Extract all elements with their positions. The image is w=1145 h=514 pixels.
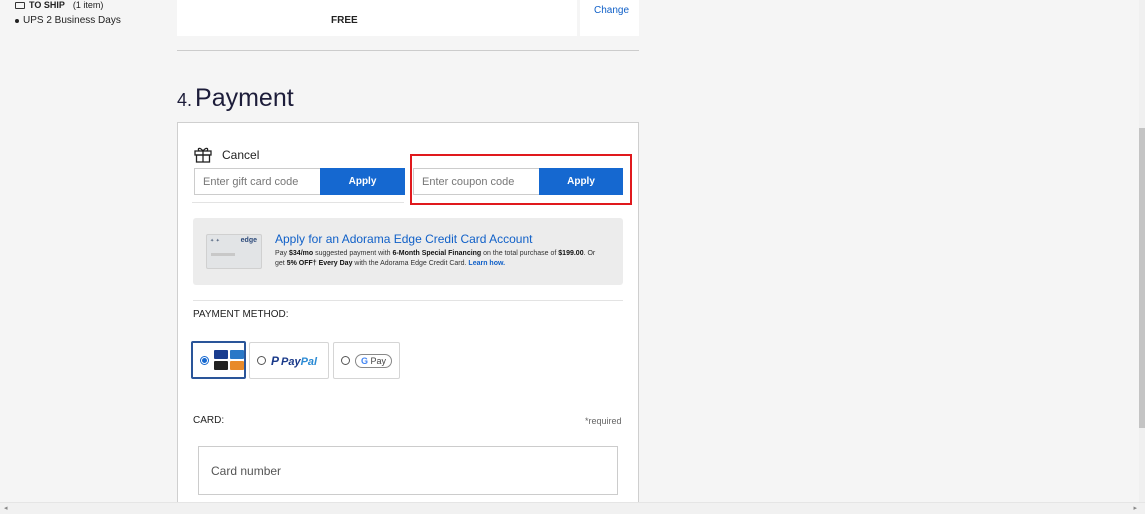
- google-pay-radio[interactable]: [341, 356, 350, 365]
- card-brand-mark: ✦ ✦: [210, 238, 220, 244]
- item-count: (1 item): [72, 0, 104, 10]
- payment-option-card[interactable]: [191, 341, 246, 379]
- google-pay-logo-icon: G Pay: [355, 353, 393, 368]
- gift-divider: [192, 202, 404, 203]
- section-divider: [193, 300, 623, 301]
- step-number: 4.: [177, 90, 193, 110]
- edge-desc-text: on the total purchase of: [481, 250, 559, 257]
- to-ship-label: TO SHIP: [29, 0, 65, 10]
- gift-card-input[interactable]: Enter gift card code: [194, 168, 321, 195]
- payment-method-label: PAYMENT METHOD:: [193, 309, 289, 320]
- edge-total: $199.00: [558, 250, 584, 257]
- edge-desc-text: with the Adorama Edge Credit Card.: [352, 260, 469, 267]
- coupon-highlight-box: [410, 154, 632, 205]
- credit-card-logos-icon: [214, 350, 244, 370]
- edge-financing: 6-Month Special Financing: [392, 250, 482, 257]
- edge-desc-text: suggested payment with: [313, 250, 393, 257]
- edge-monthly-amount: $34/mo: [289, 250, 314, 257]
- bullet-icon: [15, 18, 19, 23]
- shipping-method-label: UPS 2 Business Days: [23, 15, 121, 26]
- gift-icon: [194, 147, 212, 163]
- apply-gift-card-button[interactable]: Apply: [320, 168, 405, 195]
- edge-discount: 5% OFF: [286, 260, 313, 267]
- edge-card-text: edge: [240, 237, 257, 244]
- cancel-gift-card-link[interactable]: Cancel: [222, 148, 259, 162]
- horizontal-scrollbar[interactable]: ◂ ▸: [0, 502, 1145, 514]
- payment-heading: 4. Payment: [177, 84, 294, 113]
- shipping-method: UPS 2 Business Days: [15, 15, 121, 26]
- required-note: *required: [585, 416, 622, 426]
- change-shipping-link[interactable]: Change: [594, 5, 629, 16]
- paypal-radio[interactable]: [257, 356, 266, 365]
- paypal-logo-icon: P PayPal: [271, 353, 318, 368]
- edge-apply-link[interactable]: Apply for an Adorama Edge Credit Card Ac…: [275, 232, 532, 246]
- edge-every-day: Every Day: [316, 260, 353, 267]
- payment-option-google-pay[interactable]: G Pay: [333, 342, 400, 379]
- truck-icon: [15, 1, 25, 9]
- shipping-price: FREE: [331, 15, 358, 26]
- section-divider: [177, 50, 639, 51]
- shipping-summary-card: [177, 0, 577, 36]
- card-stripe: [211, 253, 235, 256]
- edge-desc-text: Pay: [275, 250, 290, 257]
- learn-how-link[interactable]: Learn how.: [468, 260, 505, 267]
- scroll-right-arrow-icon[interactable]: ▸: [1133, 504, 1137, 512]
- card-number-input[interactable]: Card number: [198, 446, 618, 495]
- to-ship-header: TO SHIP (1 item): [15, 0, 103, 10]
- payment-title: Payment: [195, 84, 294, 112]
- payment-option-paypal[interactable]: P PayPal: [249, 342, 329, 379]
- edge-description: Pay $34/mo suggested payment with 6-Mont…: [275, 249, 605, 269]
- vertical-scroll-thumb[interactable]: [1139, 128, 1145, 428]
- edge-card-image: ✦ ✦ edge: [206, 234, 262, 269]
- scroll-left-arrow-icon[interactable]: ◂: [4, 504, 8, 512]
- card-section-label: CARD:: [193, 415, 225, 426]
- card-radio[interactable]: [200, 355, 209, 365]
